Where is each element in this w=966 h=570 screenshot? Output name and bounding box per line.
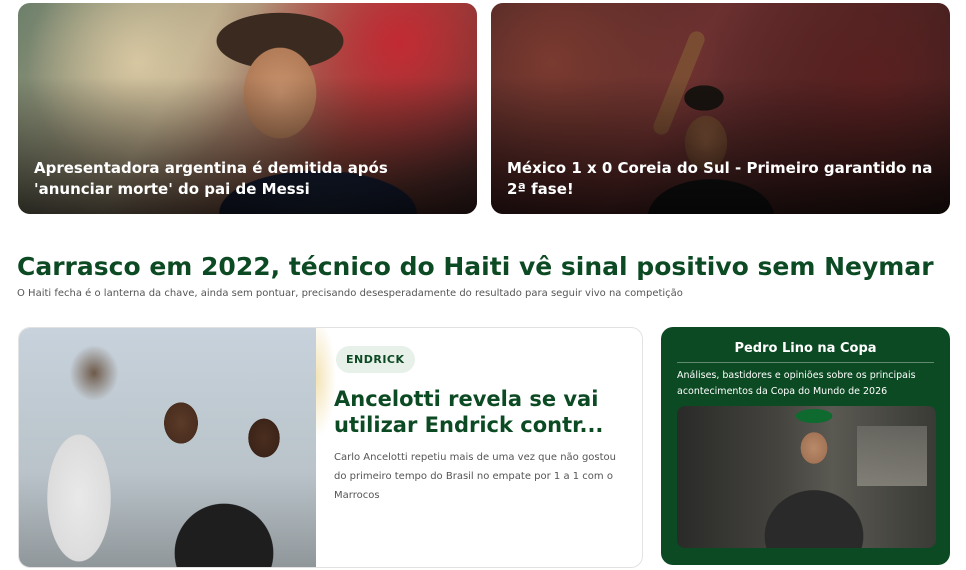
column-promo-box[interactable]: Pedro Lino na Copa Análises, bastidores … bbox=[661, 327, 950, 565]
headline-subtitle: O Haiti fecha é o lanterna da chave, ain… bbox=[17, 288, 683, 299]
news-card-caption[interactable]: México 1 x 0 Coreia do Sul - Primeiro ga… bbox=[507, 158, 934, 200]
column-video-thumbnail[interactable] bbox=[677, 406, 936, 548]
image-edge-decoration bbox=[316, 328, 336, 567]
divider bbox=[677, 362, 934, 363]
column-title[interactable]: Pedro Lino na Copa bbox=[661, 340, 950, 358]
feature-article-image[interactable] bbox=[19, 328, 316, 567]
column-description: Análises, bastidores e opiniões sobre os… bbox=[677, 370, 916, 397]
news-card-mexico[interactable]: México 1 x 0 Coreia do Sul - Primeiro ga… bbox=[491, 3, 950, 214]
video-background-detail bbox=[857, 426, 927, 486]
feature-article-title[interactable]: Ancelotti revela se vai utilizar Endrick… bbox=[334, 386, 634, 438]
headline-title[interactable]: Carrasco em 2022, técnico do Haiti vê si… bbox=[17, 250, 937, 284]
feature-article-description: Carlo Ancelotti repetiu mais de uma vez … bbox=[334, 452, 617, 501]
news-card-messi[interactable]: Apresentadora argentina é demitida após … bbox=[18, 3, 477, 214]
category-badge[interactable]: ENDRICK bbox=[336, 346, 415, 373]
news-card-caption[interactable]: Apresentadora argentina é demitida após … bbox=[34, 158, 461, 200]
feature-article-card[interactable]: ENDRICK Ancelotti revela se vai utilizar… bbox=[18, 327, 643, 568]
